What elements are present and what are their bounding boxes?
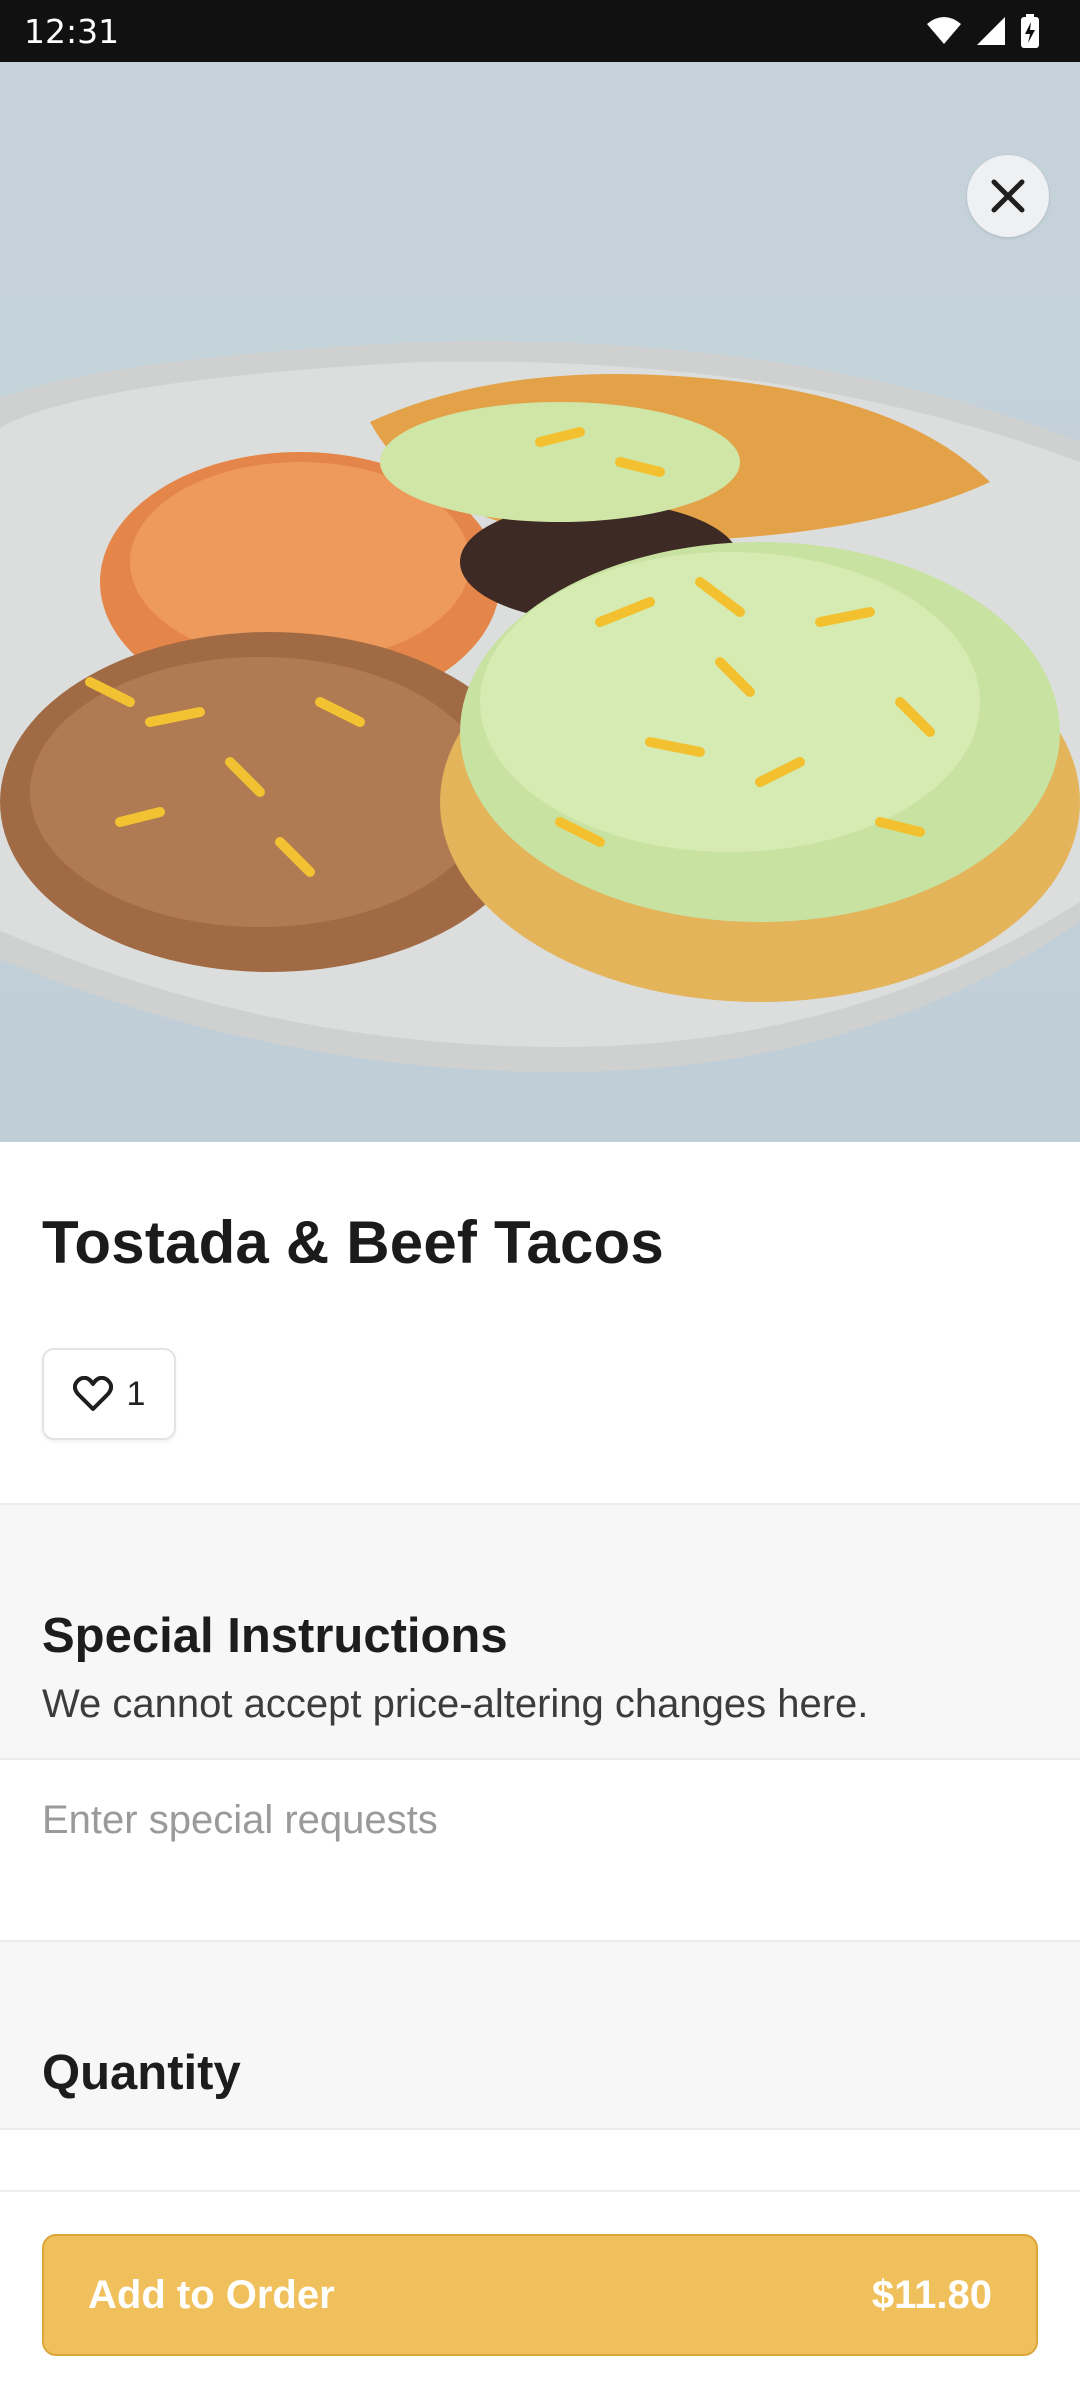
status-icons [926,14,1040,48]
item-photo [0,62,1080,1142]
like-count: 1 [126,1374,146,1413]
close-icon [991,179,1025,213]
like-button[interactable]: 1 [42,1348,176,1440]
order-price: $11.80 [871,2272,992,2317]
item-title: Tostada & Beef Tacos [42,1209,664,1276]
signal-icon [977,17,1005,45]
special-instructions-subtitle: We cannot accept price-altering changes … [42,1682,869,1726]
status-time: 12:31 [24,11,120,51]
special-instructions-title: Special Instructions [42,1609,508,1663]
wifi-icon [927,17,961,44]
status-bar: 12:31 [0,0,1080,62]
quantity-section [0,1940,1080,2130]
heart-icon [72,1376,113,1411]
food-illustration [0,341,1080,1072]
battery-icon [1021,14,1039,48]
add-to-order-label: Add to Order [88,2272,335,2317]
close-button[interactable] [967,155,1049,237]
quantity-title: Quantity [42,2046,241,2100]
add-to-order-button[interactable]: Add to Order $11.80 [42,2234,1038,2356]
special-requests-input[interactable] [42,1790,1032,1850]
